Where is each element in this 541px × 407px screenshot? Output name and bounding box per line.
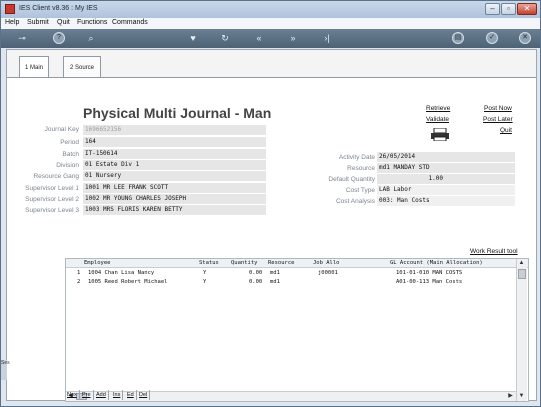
refresh-icon[interactable]: ↻ [219,32,231,44]
cost-analysis-field[interactable]: 003: Man Costs [377,196,515,206]
next-button[interactable]: Nex [65,390,80,400]
vertical-scroll-thumb[interactable] [518,269,526,279]
supervisor-1-label: Supervisor Level 1 [25,185,79,192]
minimize-button[interactable]: – [485,3,500,15]
supervisor-1-field[interactable]: 1001 MR LEE FRANK SCOTT [83,183,266,193]
cell-resource: md1 [270,270,280,276]
title-bar: IES Client v8.36 : My IES – ▫ ✕ [1,1,540,18]
cell-quantity: 0.00 [249,270,263,276]
cell-gl-account: A01-00-113 Man Costs [396,279,463,285]
default-quantity-field[interactable]: 1.00 [377,174,515,184]
previous-button[interactable]: Pre [80,390,94,400]
journal-key-label: Journal Key [44,126,79,133]
key-icon[interactable]: ⊸ [11,32,33,44]
delete-button[interactable]: Del [137,390,151,400]
post-now-link[interactable]: Post Now [484,105,512,112]
resource-field[interactable]: md1 MANDAY STD [377,163,515,173]
col-quantity[interactable]: Quantity [231,260,258,266]
print-icon[interactable]: ▤ [452,32,464,44]
resource-gang-label: Resource Gang [33,173,79,180]
quit-link[interactable]: Quit [500,127,512,134]
cell-status: Y [203,279,207,285]
activity-date-field[interactable]: 26/05/2014 [377,152,515,162]
validate-link[interactable]: Validate [426,116,449,123]
row-number: 2 [77,279,81,285]
side-tab[interactable]: Ses [1,360,10,380]
batch-field[interactable]: IT-150614 [83,149,266,159]
rewind-icon[interactable]: « [253,32,265,44]
cell-job-allo: j00001 [318,270,338,276]
cell-status: Y [203,270,207,276]
vertical-scrollbar[interactable]: ▲ ▼ [516,259,527,401]
tab-main[interactable]: 1 Main [19,56,49,78]
cell-employee: 1005 Reed Robert Michael [88,279,168,285]
journal-key-field[interactable]: 1696652156 [83,125,266,135]
period-label: Period [60,139,79,146]
fast-forward-icon[interactable]: » [287,32,299,44]
tab-source[interactable]: 2 Source [63,56,101,78]
scroll-up-icon[interactable]: ▲ [517,259,526,267]
table-row[interactable]: 2 1005 Reed Robert Michael Y 0.00 md1 A0… [66,278,516,287]
close-icon[interactable]: ✕ [519,32,531,44]
batch-label: Batch [62,151,79,158]
app-icon [5,4,15,14]
table-row[interactable]: 1 1004 Chan Lisa Nancy Y 0.00 md1 j00001… [66,269,516,278]
menu-bar: Help Submit Quit Functions Commands [1,18,540,29]
scroll-right-icon[interactable]: ▶ [506,392,515,400]
cell-quantity: 0.00 [249,279,263,285]
cost-type-label: Cost Type [345,187,375,194]
window-title: IES Client v8.36 : My IES [19,5,98,12]
cell-employee: 1004 Chan Lisa Nancy [88,270,155,276]
menu-submit[interactable]: Submit [27,19,49,26]
cost-analysis-label: Cost Analysis [335,198,375,205]
col-job-allo[interactable]: Job Allo [313,260,340,266]
heart-icon[interactable]: ♥ [187,32,199,44]
menu-quit[interactable]: Quit [57,19,70,26]
tab-area: 1 Main 2 Source Physical Multi Journal -… [6,49,537,402]
work-result-tool-link[interactable]: Work Result tool [470,248,518,255]
cost-type-field[interactable]: LAB Labor [377,185,515,195]
col-status[interactable]: Status [199,260,219,266]
help-icon[interactable]: ? [53,32,65,44]
employee-grid: Employee Status Quantity Resource Job Al… [65,258,529,402]
menu-commands[interactable]: Commands [112,19,148,26]
maximize-button[interactable]: ▫ [501,3,516,15]
menu-help[interactable]: Help [5,19,19,26]
resource-label: Resource [347,165,375,172]
supervisor-2-label: Supervisor Level 2 [25,196,79,203]
period-field[interactable]: 164 [83,137,266,147]
supervisor-3-label: Supervisor Level 3 [25,207,79,214]
retrieve-link[interactable]: Retrieve [426,105,450,112]
default-quantity-label: Default Quantity [328,176,375,183]
col-gl-account[interactable]: GL Account (Main Allocation) [390,260,483,266]
division-field[interactable]: 01 Estate Div 1 [83,160,266,170]
supervisor-2-field[interactable]: 1002 MR YOUNG CHARLES JOSEPH [83,194,266,204]
division-label: Division [56,162,79,169]
add-button[interactable]: Add [94,390,109,400]
row-number: 1 [77,270,81,276]
col-employee[interactable]: Employee [84,260,111,266]
col-resource[interactable]: Resource [268,260,295,266]
page-title: Physical Multi Journal - Man [83,105,272,121]
close-window-button[interactable]: ✕ [517,3,537,15]
resource-gang-field[interactable]: 01 Nursery [83,171,266,181]
grid-header: Employee Status Quantity Resource Job Al… [66,259,528,268]
cell-gl-account: 101-01-010 MAN COSTS [396,270,463,276]
insert-button[interactable]: Ins [111,390,124,400]
cell-resource: md1 [270,279,280,285]
toolbar: ⊸ ? ⌕ ♥ ↻ « » ›| ▤ ✓ ✕ [1,29,540,48]
check-icon[interactable]: ✓ [486,32,498,44]
main-form: Physical Multi Journal - Man Retrieve Va… [7,78,536,402]
skip-end-icon[interactable]: ›| [321,32,333,44]
app-window: IES Client v8.36 : My IES – ▫ ✕ Help Sub… [0,0,541,407]
printer-icon[interactable] [431,127,449,142]
scroll-down-icon[interactable]: ▼ [517,392,526,400]
supervisor-3-field[interactable]: 1003 MRS FLORIS KAREN BETTY [83,205,266,215]
search-icon[interactable]: ⌕ [85,32,97,44]
menu-functions[interactable]: Functions [77,19,107,26]
activity-date-label: Activity Date [338,154,375,161]
edit-button[interactable]: Ed [125,390,137,400]
post-later-link[interactable]: Post Later [483,116,513,123]
